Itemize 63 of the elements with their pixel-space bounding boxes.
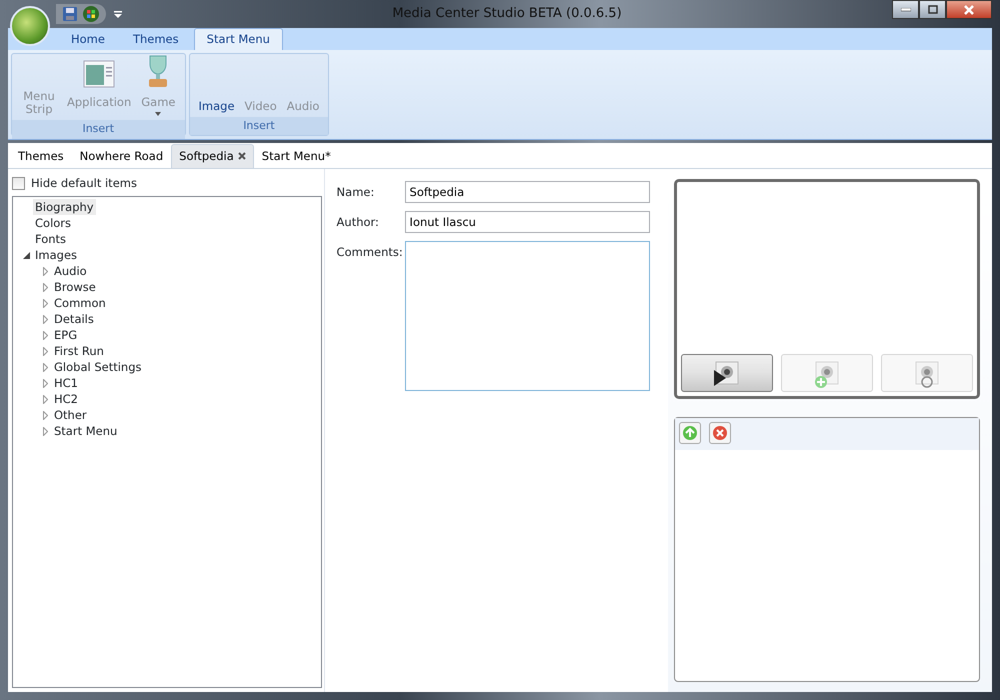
document-tab[interactable]: Start Menu* [254, 144, 339, 168]
tree-item[interactable]: Audio [52, 263, 89, 280]
play-button[interactable] [681, 354, 773, 392]
move-up-button[interactable] [679, 422, 701, 444]
name-field[interactable]: Softpedia [404, 181, 650, 203]
field-label: Name: [336, 184, 376, 201]
collapsed-arrow-icon[interactable] [42, 298, 48, 308]
minimize-icon [900, 8, 910, 12]
tree-item[interactable]: HC2 [52, 391, 80, 408]
close-button[interactable] [946, 0, 992, 19]
document-tab[interactable]: Themes [10, 144, 72, 168]
close-icon[interactable] [238, 152, 246, 160]
collapsed-arrow-icon[interactable] [42, 282, 48, 292]
tree-item[interactable]: First Run [52, 343, 106, 360]
tree-item[interactable]: Fonts [33, 231, 68, 248]
tree-item[interactable]: Colors [33, 215, 74, 232]
tree-item[interactable]: Details [52, 311, 96, 328]
ribbon-tab[interactable]: Home [58, 28, 118, 50]
collapsed-arrow-icon[interactable] [42, 330, 48, 340]
window-title: Media Center Studio BETA (0.0.6.5) [391, 5, 623, 24]
tree-item[interactable]: Common [52, 295, 108, 312]
checkbox-label: Hide default items [31, 175, 137, 192]
collapsed-arrow-icon[interactable] [42, 362, 48, 372]
document-tab[interactable]: Nowhere Road [72, 144, 172, 168]
tree-item[interactable]: Other [52, 407, 89, 424]
customize-dropdown-icon[interactable] [114, 10, 122, 18]
window-icon [83, 60, 116, 88]
tree-item[interactable]: Start Menu [52, 423, 120, 440]
comments-field[interactable] [404, 241, 650, 391]
delete-icon [712, 425, 728, 441]
maximize-icon [928, 5, 938, 14]
up-arrow-icon [682, 425, 698, 441]
collapsed-arrow-icon[interactable] [42, 378, 48, 388]
minimize-button[interactable] [892, 0, 919, 19]
group-label: Insert [190, 116, 328, 135]
hide-default-items-checkbox[interactable] [12, 177, 25, 190]
collapsed-arrow-icon[interactable] [42, 410, 48, 420]
ribbon-tab[interactable]: Themes [120, 28, 192, 50]
expanded-arrow-icon[interactable] [22, 252, 30, 259]
save-icon[interactable] [62, 6, 78, 22]
field-label: Author: [336, 214, 380, 231]
collapsed-arrow-icon[interactable] [42, 426, 48, 436]
tree-item[interactable]: HC1 [52, 375, 80, 392]
group-label: Insert [12, 120, 185, 138]
close-icon [964, 4, 974, 14]
delete-button[interactable] [709, 422, 731, 444]
field-label: Comments: [336, 244, 404, 261]
tree-item[interactable]: Browse [52, 279, 98, 296]
document-tab[interactable]: Softpedia [171, 144, 254, 168]
collapsed-arrow-icon[interactable] [42, 346, 48, 356]
collapsed-arrow-icon[interactable] [42, 266, 48, 276]
maximize-button[interactable] [919, 0, 946, 19]
ribbon-tab[interactable]: Start Menu [194, 28, 283, 50]
collapsed-arrow-icon[interactable] [42, 394, 48, 404]
colorful-flag-icon[interactable] [82, 5, 100, 23]
application-orb-icon[interactable] [10, 6, 50, 46]
tree-item[interactable]: Biography [33, 199, 96, 216]
author-field[interactable]: Ionut Ilascu [404, 211, 650, 233]
tree-item[interactable]: Global Settings [52, 359, 144, 376]
tree-item[interactable]: EPG [52, 327, 80, 344]
ribbon-button[interactable]: Image [196, 100, 238, 112]
collapsed-arrow-icon[interactable] [42, 314, 48, 324]
tree-item[interactable]: Images [33, 247, 80, 264]
